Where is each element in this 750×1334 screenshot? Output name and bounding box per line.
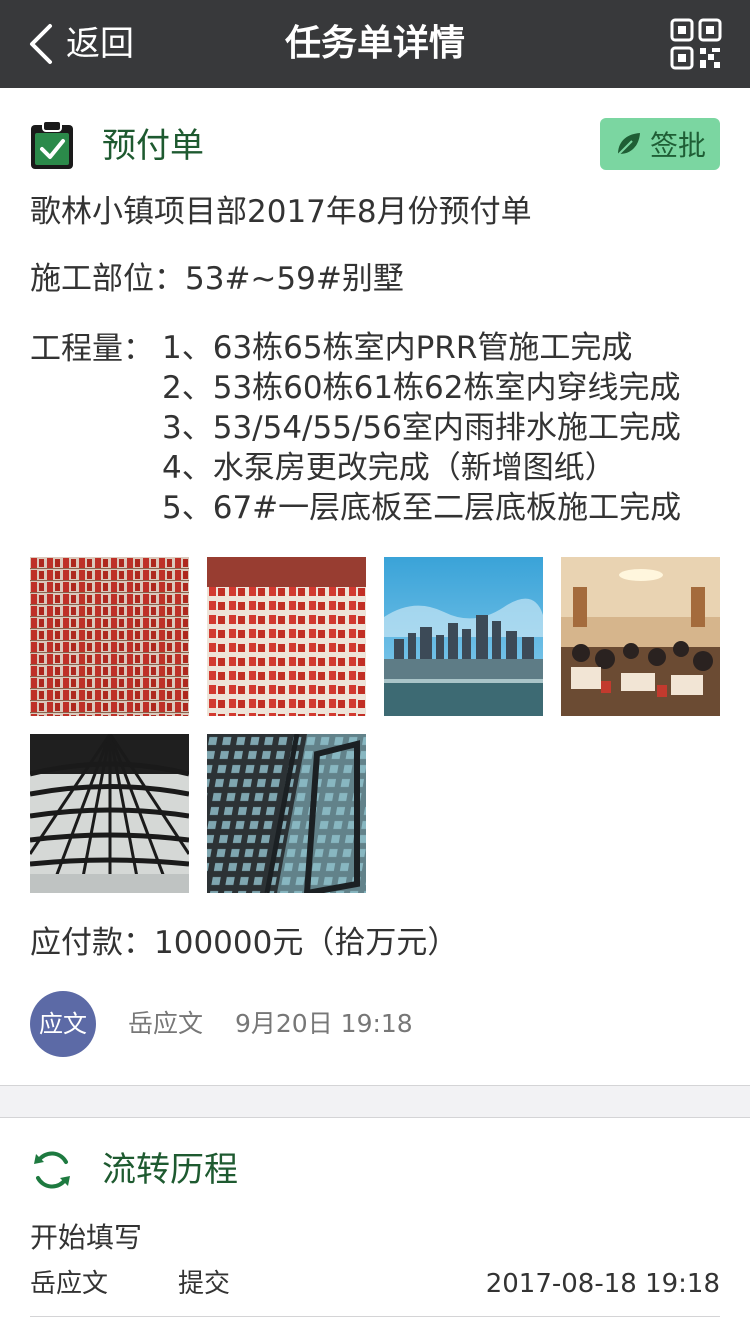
task-detail-card: 预付单 签批 歌林小镇项目部2017年8月份预付单 施工部位：53#~59#别墅… bbox=[0, 88, 750, 1085]
work-item: 5、67#一层底板至二层底板施工完成 bbox=[162, 490, 682, 526]
site-label: 施工部位： bbox=[30, 261, 185, 297]
payable-amount: 应付款：100000元（拾万元） bbox=[30, 925, 459, 961]
history-header: 流转历程 bbox=[30, 1148, 720, 1192]
work-quantity-list: 1、63栋65栋室内PRR管施工完成 2、53栋60栋61栋62栋室内穿线完成 … bbox=[162, 328, 732, 528]
flow-history-section: 流转历程 开始填写 岳应文 提交 2017-08-18 19:18 bbox=[0, 1118, 750, 1334]
history-action: 提交 bbox=[178, 1269, 231, 1299]
work-item: 2、53栋60栋61栋62栋室内穿线完成 bbox=[162, 370, 681, 406]
photo-thumbnail-5[interactable] bbox=[30, 734, 189, 893]
work-quantity-label: 工程量： bbox=[30, 331, 154, 367]
work-item: 3、53/54/55/56室内雨排水施工完成 bbox=[162, 410, 681, 446]
work-item: 1、63栋65栋室内PRR管施工完成 bbox=[162, 330, 633, 366]
history-datetime: 2017-08-18 19:18 bbox=[485, 1269, 720, 1299]
history-user: 岳应文 bbox=[30, 1269, 109, 1299]
author-row: 应文 岳应文 9月20日 19:18 bbox=[30, 991, 720, 1057]
back-button[interactable]: 返回 bbox=[26, 20, 134, 68]
photo-thumbnail-6[interactable] bbox=[207, 734, 366, 893]
approve-button[interactable]: 签批 bbox=[600, 118, 720, 170]
red-parcels-hall-photo bbox=[207, 557, 366, 716]
glass-facade-photo bbox=[207, 734, 366, 893]
history-entry: 岳应文 提交 2017-08-18 19:18 bbox=[30, 1266, 720, 1302]
photo-thumbnail-2[interactable] bbox=[207, 557, 366, 716]
author-name: 岳应文 bbox=[128, 1009, 204, 1038]
city-skyline-photo bbox=[384, 557, 543, 716]
history-step-label: 开始填写 bbox=[30, 1221, 143, 1254]
card-title: 预付单 bbox=[102, 126, 204, 166]
clipboard-check-icon bbox=[31, 120, 73, 169]
history-title: 流转历程 bbox=[102, 1150, 238, 1190]
qr-code-icon[interactable] bbox=[670, 18, 722, 70]
top-nav-bar: 返回 任务单详情 bbox=[0, 0, 750, 88]
document-title: 歌林小镇项目部2017年8月份预付单 bbox=[30, 194, 532, 230]
leaf-icon bbox=[617, 133, 640, 156]
card-header: 预付单 签批 bbox=[30, 118, 720, 174]
chevron-left-icon bbox=[30, 24, 52, 64]
author-timestamp: 9月20日 19:18 bbox=[235, 1009, 413, 1038]
site-value: 53#~59#别墅 bbox=[185, 261, 404, 297]
avatar[interactable]: 应文 bbox=[30, 991, 96, 1057]
photo-grid bbox=[30, 557, 720, 893]
approve-label: 签批 bbox=[649, 129, 706, 162]
red-parcels-photo bbox=[30, 557, 189, 716]
photo-thumbnail-3[interactable] bbox=[384, 557, 543, 716]
photo-thumbnail-1[interactable] bbox=[30, 557, 189, 716]
back-label: 返回 bbox=[66, 24, 134, 64]
banquet-room-photo bbox=[561, 557, 720, 716]
cycle-arrows-icon bbox=[34, 1151, 70, 1189]
construction-site: 施工部位：53#~59#别墅 bbox=[30, 258, 404, 300]
photo-thumbnail-4[interactable] bbox=[561, 557, 720, 716]
history-divider bbox=[30, 1316, 720, 1317]
section-divider bbox=[0, 1085, 750, 1118]
work-item: 4、水泵房更改完成（新增图纸） bbox=[162, 450, 616, 486]
glass-dome-photo bbox=[30, 734, 189, 893]
